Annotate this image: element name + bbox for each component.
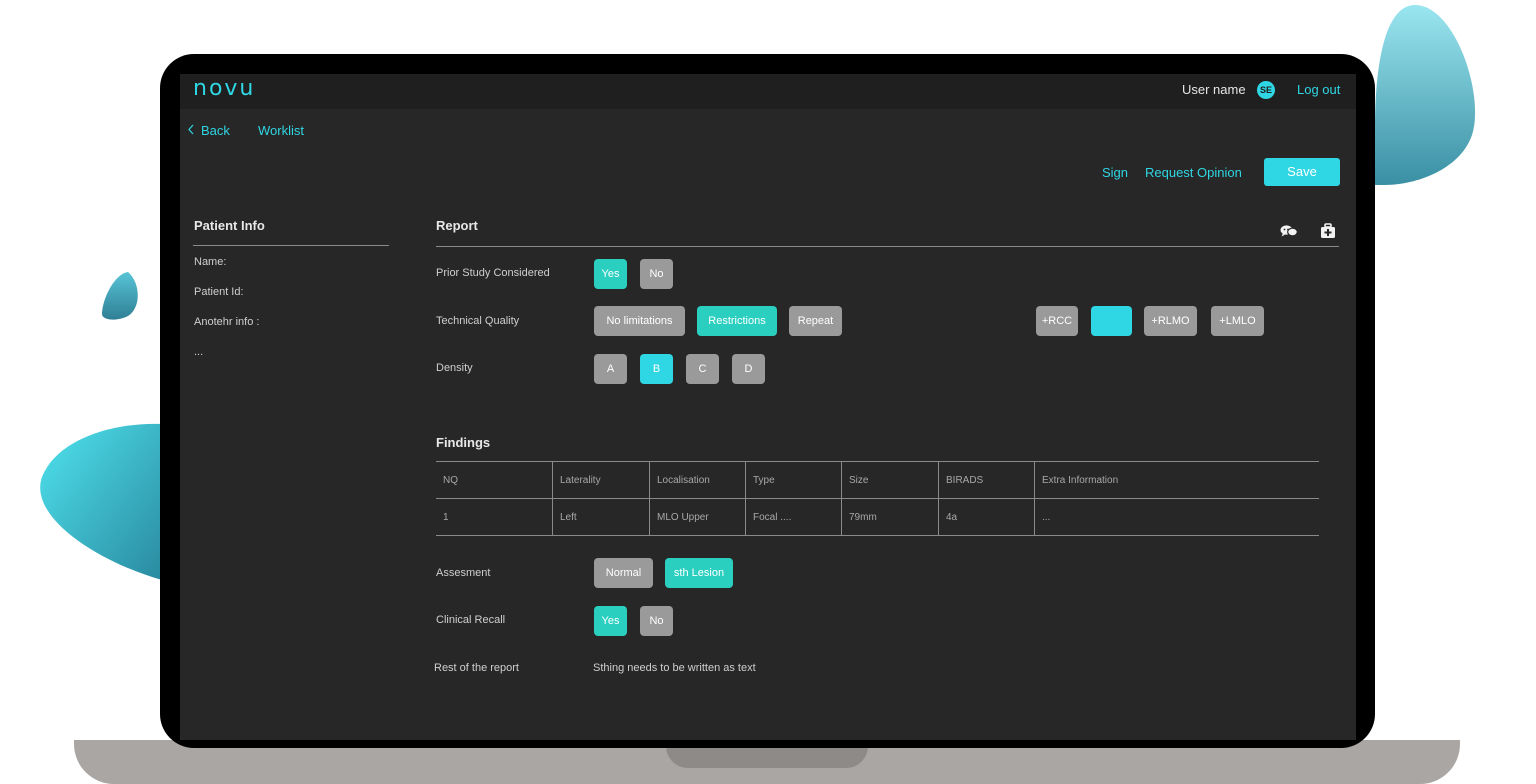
- density-c-button[interactable]: C: [686, 354, 719, 384]
- chat-icon[interactable]: [1280, 224, 1298, 238]
- top-bar: novu User name SE Log out: [180, 74, 1356, 109]
- findings-header-row: NQ Laterality Localisation Type Size BIR…: [436, 461, 1319, 499]
- patient-info-title: Patient Info: [194, 218, 265, 233]
- avatar[interactable]: SE: [1257, 81, 1275, 99]
- density-b-button[interactable]: B: [640, 354, 673, 384]
- app-screen: novu User name SE Log out Back Worklist …: [180, 74, 1356, 740]
- density-a-button[interactable]: A: [594, 354, 627, 384]
- table-cell: Left: [552, 498, 650, 536]
- more-info-label: ...: [194, 346, 204, 358]
- save-button[interactable]: Save: [1264, 158, 1340, 186]
- density-label: Density: [436, 362, 473, 374]
- prior-study-label: Prior Study Considered: [436, 267, 550, 279]
- table-cell: 79mm: [841, 498, 939, 536]
- clinical-recall-no-button[interactable]: No: [640, 606, 673, 636]
- table-cell: 4a: [938, 498, 1035, 536]
- repeat-button[interactable]: Repeat: [789, 306, 842, 336]
- assessment-lesion-button[interactable]: sth Lesion: [665, 558, 733, 588]
- blob-left-small: [102, 272, 138, 320]
- technical-quality-label: Technical Quality: [436, 315, 520, 327]
- view-rcc-button[interactable]: +RCC: [1036, 306, 1078, 336]
- blob-left-large: [40, 423, 162, 580]
- worklist-link[interactable]: Worklist: [258, 123, 304, 138]
- patient-info-divider: [193, 245, 389, 246]
- prior-study-no-button[interactable]: No: [640, 259, 673, 289]
- medical-kit-icon[interactable]: [1320, 223, 1336, 239]
- findings-table: NQ Laterality Localisation Type Size BIR…: [436, 461, 1319, 536]
- assessment-label: Assesment: [436, 567, 491, 579]
- view-rlmo-button[interactable]: +RLMO: [1144, 306, 1197, 336]
- back-link[interactable]: Back: [187, 123, 230, 138]
- column-header: Type: [745, 461, 842, 499]
- table-cell: Focal ....: [745, 498, 842, 536]
- table-cell: MLO Upper: [649, 498, 746, 536]
- logout-link[interactable]: Log out: [1297, 82, 1340, 97]
- app-logo[interactable]: novu: [193, 76, 255, 101]
- view-blank-button[interactable]: [1091, 306, 1132, 336]
- column-header: Laterality: [552, 461, 650, 499]
- clinical-recall-yes-button[interactable]: Yes: [594, 606, 627, 636]
- column-header: BIRADS: [938, 461, 1035, 499]
- findings-title: Findings: [436, 435, 491, 450]
- other-info-label: Anotehr info :: [194, 316, 260, 328]
- table-row[interactable]: 1 Left MLO Upper Focal .... 79mm 4a ...: [436, 498, 1319, 536]
- report-title: Report: [436, 218, 478, 233]
- user-name: User name: [1182, 82, 1246, 97]
- patient-id-label: Patient Id:: [194, 286, 244, 298]
- restrictions-button[interactable]: Restrictions: [697, 306, 777, 336]
- prior-study-yes-button[interactable]: Yes: [594, 259, 627, 289]
- patient-name-label: Name:: [194, 256, 227, 268]
- table-cell: ...: [1042, 511, 1051, 523]
- clinical-recall-label: Clinical Recall: [436, 614, 506, 626]
- column-header: Localisation: [649, 461, 746, 499]
- no-limitations-button[interactable]: No limitations: [594, 306, 685, 336]
- report-divider: [436, 246, 1339, 247]
- blob-top-right: [1375, 5, 1476, 185]
- column-header: Size: [841, 461, 939, 499]
- assessment-normal-button[interactable]: Normal: [594, 558, 653, 588]
- chevron-left-icon: [188, 124, 194, 135]
- density-d-button[interactable]: D: [732, 354, 765, 384]
- back-label: Back: [201, 123, 230, 138]
- rest-of-report-label: Rest of the report: [434, 662, 519, 674]
- view-lmlo-button[interactable]: +LMLO: [1211, 306, 1264, 336]
- column-header: Extra Information: [1042, 474, 1119, 486]
- table-cell: 1: [436, 498, 553, 536]
- sign-button[interactable]: Sign: [1102, 165, 1128, 180]
- rest-of-report-text[interactable]: Sthing needs to be written as text: [593, 662, 756, 674]
- column-header: NQ: [436, 461, 553, 499]
- request-opinion-button[interactable]: Request Opinion: [1145, 165, 1242, 180]
